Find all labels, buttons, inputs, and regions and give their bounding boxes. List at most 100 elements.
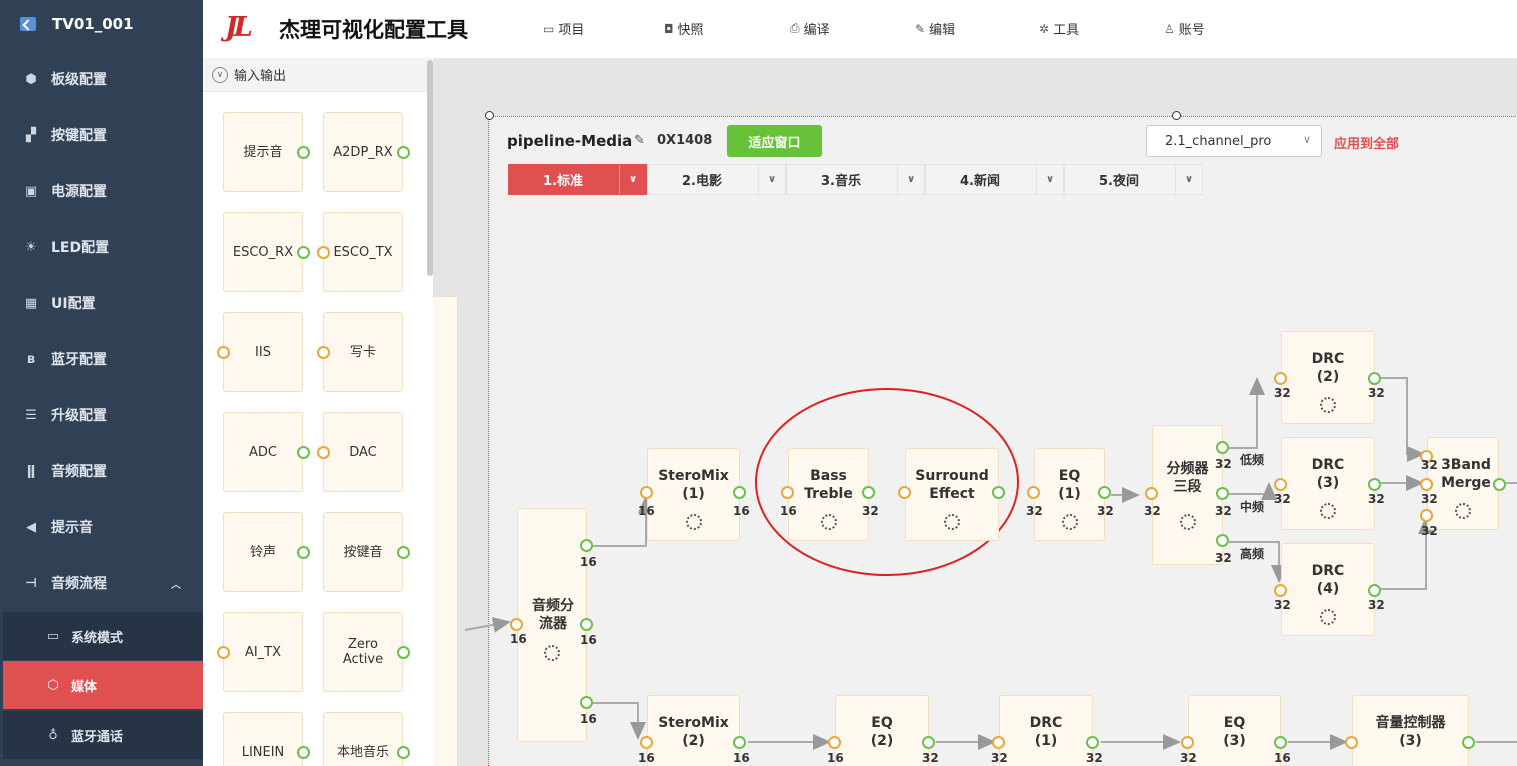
input-port[interactable]	[1420, 509, 1433, 522]
input-port[interactable]	[510, 618, 523, 631]
nav-account[interactable]: ♙ 账号	[1164, 19, 1205, 39]
menu-bluetooth-config[interactable]: ʙ 蓝牙配置	[0, 331, 203, 387]
input-port[interactable]	[1420, 478, 1433, 491]
palette-item-key-tone[interactable]: 按键音	[323, 512, 410, 592]
gear-icon[interactable]	[544, 645, 560, 661]
output-port[interactable]	[397, 746, 410, 759]
submenu-bt-call[interactable]: ♁ 蓝牙通话	[3, 711, 203, 759]
menu-audio-flow[interactable]: ⊣ 音频流程 ︿	[0, 555, 203, 611]
nav-edit[interactable]: ✎ 编辑	[915, 19, 955, 39]
gear-icon[interactable]	[1455, 503, 1471, 519]
palette-item-ringtone[interactable]: 铃声	[223, 512, 310, 592]
gear-icon[interactable]	[820, 514, 837, 530]
palette-item-local-music[interactable]: 本地音乐	[323, 712, 410, 766]
input-port[interactable]	[992, 736, 1005, 749]
input-port[interactable]	[640, 736, 653, 749]
input-port[interactable]	[1274, 478, 1287, 491]
output-port[interactable]	[733, 736, 746, 749]
pipeline-canvas[interactable]: R pipeline-Media ✎ 0X1408 适应窗口 2.1_chann…	[433, 58, 1517, 766]
nav-project[interactable]: ▭ 项目	[543, 19, 584, 39]
project-header[interactable]: TV01_001	[0, 0, 203, 48]
output-port[interactable]	[297, 446, 310, 459]
menu-led-config[interactable]: ☀ LED配置	[0, 219, 203, 275]
nav-tools[interactable]: ✲ 工具	[1039, 19, 1079, 39]
output-port[interactable]	[297, 246, 310, 259]
node-eq-2[interactable]: EQ (2)	[828, 695, 935, 766]
output-port[interactable]	[580, 696, 593, 709]
node-volume-control[interactable]: 音量控制器 (3)	[1345, 695, 1475, 766]
output-port[interactable]	[397, 646, 410, 659]
menu-board-config[interactable]: ⬢ 板级配置	[0, 51, 203, 107]
input-port[interactable]	[1027, 486, 1040, 499]
node-drc-1[interactable]: DRC (1)	[992, 695, 1099, 766]
output-port[interactable]	[1216, 534, 1229, 547]
palette-item-esco-tx[interactable]: ESCO_TX	[317, 212, 403, 292]
output-port[interactable]	[1493, 478, 1506, 491]
output-port[interactable]	[397, 546, 410, 559]
palette-item-zero-active[interactable]: Zero Active	[323, 612, 410, 692]
gear-icon[interactable]	[1061, 514, 1078, 530]
input-port[interactable]	[640, 486, 653, 499]
output-port[interactable]	[297, 546, 310, 559]
menu-upgrade-config[interactable]: ☰ 升级配置	[0, 387, 203, 443]
palette-item-adc[interactable]: ADC	[223, 412, 310, 492]
input-port[interactable]	[828, 736, 841, 749]
input-port[interactable]	[217, 646, 230, 659]
input-port[interactable]	[781, 486, 794, 499]
node-crossover-3band[interactable]: 分频器三段	[1145, 425, 1229, 565]
output-port[interactable]	[297, 746, 310, 759]
output-port[interactable]	[1098, 486, 1111, 499]
gear-icon[interactable]	[1320, 397, 1336, 413]
output-port[interactable]	[1368, 372, 1381, 385]
palette-item-iis[interactable]: IIS	[217, 312, 303, 392]
nav-snapshot[interactable]: ◘ 快照	[664, 19, 704, 39]
input-port[interactable]	[317, 346, 330, 359]
nav-compile[interactable]: ⎙ 编译	[790, 19, 830, 38]
input-port[interactable]	[1181, 736, 1194, 749]
output-port[interactable]	[1216, 441, 1229, 454]
output-port[interactable]	[1216, 487, 1229, 500]
node-drc-3[interactable]: DRC (3)	[1274, 437, 1381, 530]
node-3band-merge[interactable]: 3Band Merge	[1420, 437, 1506, 530]
input-port[interactable]	[1145, 487, 1158, 500]
node-eq-3[interactable]: EQ (3)	[1181, 695, 1287, 766]
palette-header[interactable]: ∨ 输入输出	[203, 58, 433, 92]
menu-prompt-tone[interactable]: ◀ 提示音	[0, 499, 203, 555]
node-surround-effect[interactable]: Surround Effect	[898, 448, 1005, 541]
menu-audio-config[interactable]: ǁ 音频配置	[0, 443, 203, 499]
output-port[interactable]	[1462, 736, 1475, 749]
gear-icon[interactable]	[1320, 609, 1336, 625]
gear-icon[interactable]	[944, 514, 960, 530]
submenu-media[interactable]: ⬡ 媒体	[3, 661, 203, 709]
gear-icon[interactable]	[1179, 514, 1196, 530]
input-port[interactable]	[1274, 372, 1287, 385]
node-drc-4[interactable]: DRC (4)	[1274, 543, 1381, 636]
submenu-system-mode[interactable]: ▭ 系统模式	[3, 612, 203, 660]
output-port[interactable]	[733, 486, 746, 499]
input-port[interactable]	[1345, 736, 1358, 749]
palette-item-esco-rx[interactable]: ESCO_RX	[223, 212, 310, 292]
palette-item-prompt[interactable]: 提示音	[223, 112, 310, 192]
menu-ui-config[interactable]: ▦ UI配置	[0, 275, 203, 331]
menu-key-config[interactable]: ▞ 按键配置	[0, 107, 203, 163]
output-port[interactable]	[1368, 478, 1381, 491]
input-port[interactable]	[317, 446, 330, 459]
output-port[interactable]	[580, 618, 593, 631]
output-port[interactable]	[1274, 736, 1287, 749]
palette-item-a2dp-rx[interactable]: A2DP_RX	[323, 112, 410, 192]
node-bass-treble[interactable]: Bass Treble	[781, 448, 875, 541]
gear-icon[interactable]	[685, 514, 702, 530]
input-port[interactable]	[1274, 584, 1287, 597]
palette-item-linein[interactable]: LINEIN	[223, 712, 310, 766]
output-port[interactable]	[397, 146, 410, 159]
input-port[interactable]	[898, 486, 911, 499]
node-drc-2[interactable]: DRC (2)	[1274, 331, 1381, 424]
input-port[interactable]	[317, 246, 330, 259]
output-port[interactable]	[992, 486, 1005, 499]
node-eq-1[interactable]: EQ (1)	[1027, 448, 1111, 541]
palette-item-write-card[interactable]: 写卡	[317, 312, 403, 392]
output-port[interactable]	[862, 486, 875, 499]
output-port[interactable]	[580, 539, 593, 552]
node-steromix-2[interactable]: SteroMix (2)	[640, 695, 746, 766]
node-audio-splitter[interactable]: 音频分流器	[510, 508, 593, 742]
